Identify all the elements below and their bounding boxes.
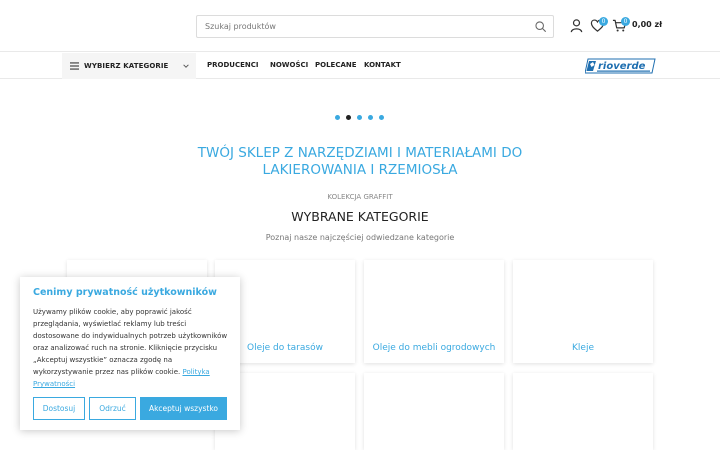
category-card[interactable] [364, 373, 504, 450]
reject-button[interactable]: Odrzuć [89, 397, 136, 420]
cart-total[interactable]: 0,00 zł [632, 20, 662, 29]
search-icon[interactable] [534, 20, 547, 33]
logo-text: rioverde [598, 61, 646, 72]
cookie-title: Cenimy prywatność użytkowników [33, 287, 217, 298]
collection-label: KOLEKCJA GRAFFIT [327, 193, 393, 201]
rioverde-logo[interactable]: rioverde [585, 58, 656, 74]
hero-headline-line-1: TWÓJ SKLEP Z NARZĘDZIAMI I MATERIAŁAMI D… [197, 145, 523, 161]
search-box[interactable] [196, 15, 554, 38]
nav-item-nowosci[interactable]: NOWOŚCI [270, 61, 308, 69]
cookie-text: Używamy plików cookie, aby poprawić jako… [33, 306, 233, 390]
slider-dot-4[interactable] [368, 115, 373, 120]
categories-dropdown[interactable]: WYBIERZ KATEGORIE [62, 53, 196, 79]
cookie-body: Używamy plików cookie, aby poprawić jako… [33, 308, 228, 376]
hero-headline-line-2: LAKIEROWANIA I RZEMIOSŁA [262, 162, 458, 178]
category-card[interactable] [513, 373, 653, 450]
accept-all-button[interactable]: Akceptuj wszystko [140, 397, 227, 420]
slider-dot-1[interactable] [335, 115, 340, 120]
hero-headline: TWÓJ SKLEP Z NARZĘDZIAMI I MATERIAŁAMI D… [160, 145, 560, 179]
section-title: WYBRANE KATEGORIE [291, 209, 429, 224]
menu-icon [70, 62, 79, 70]
slider-dot-3[interactable] [357, 115, 362, 120]
section-description: Poznaj nasze najczęściej odwiedzane kate… [265, 233, 455, 242]
slider-dot-2[interactable] [346, 115, 351, 120]
cookie-banner: Cenimy prywatność użytkowników Używamy p… [20, 277, 240, 430]
category-card-oleje-do-mebli[interactable]: Oleje do mebli ogrodowych [364, 260, 504, 363]
search-input[interactable] [197, 16, 517, 37]
slider-dot-5[interactable] [379, 115, 384, 120]
nav-item-producenci[interactable]: PRODUCENCI [207, 61, 259, 69]
category-card-kleje[interactable]: Kleje [513, 260, 653, 363]
wishlist-count-badge: 0 [599, 17, 608, 26]
nav-item-kontakt[interactable]: KONTAKT [364, 61, 401, 69]
cart-count-badge: 0 [621, 17, 630, 26]
chevron-down-icon [183, 64, 189, 68]
category-card-label: Oleje do mebli ogrodowych [372, 343, 496, 353]
categories-label: WYBIERZ KATEGORIE [84, 62, 169, 70]
top-header: 0 0 0,00 zł [0, 0, 720, 52]
user-icon[interactable] [569, 18, 584, 33]
customize-button[interactable]: Dostosuj [33, 397, 85, 420]
nav-item-polecane[interactable]: POLECANE [315, 61, 357, 69]
category-card-label: Kleje [572, 343, 594, 353]
